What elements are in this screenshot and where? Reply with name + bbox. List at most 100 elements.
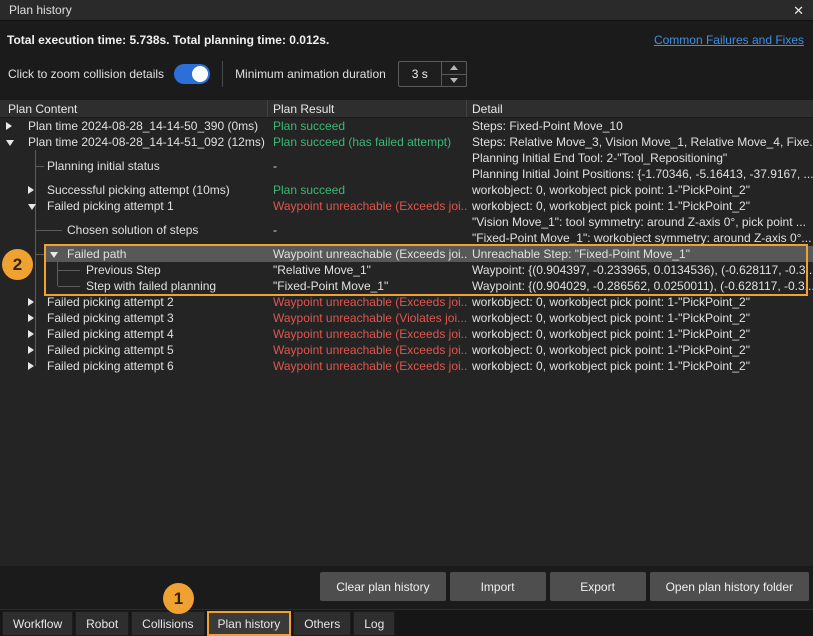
detail-cell: Planning Initial End Tool: 2-"Tool_Repos…: [467, 150, 813, 182]
table-row[interactable]: Failed picking attempt 5 Waypoint unreach…: [0, 342, 813, 358]
close-icon[interactable]: ✕: [793, 4, 804, 17]
detail-line: Planning Initial End Tool: 2-"Tool_Repos…: [472, 150, 813, 166]
row-content-label: Plan time 2024-08-28_14-14-51_092 (12ms): [0, 135, 265, 149]
plan-content-cell: Chosen solution of steps: [0, 214, 268, 246]
row-content-label: Failed picking attempt 5: [0, 343, 174, 357]
table-row[interactable]: Failed picking attempt 3Waypoint unreach…: [0, 310, 813, 326]
plan-result-cell: Waypoint unreachable (Exceeds joi...: [268, 342, 467, 358]
detail-cell: workobject: 0, workobject pick point: 1-…: [467, 310, 813, 326]
table-row[interactable]: Failed picking attempt 2 Waypoint unreach…: [0, 294, 813, 310]
detail-cell: "Vision Move_1": tool symmetry: around Z…: [467, 214, 813, 246]
summary-row: Total execution time: 5.738s. Total plan…: [0, 21, 813, 49]
detail-cell: workobject: 0, workobject pick point: 1-…: [467, 342, 813, 358]
detail-line: Planning Initial Joint Positions: {-1.70…: [472, 166, 813, 182]
duration-value[interactable]: 3 s: [399, 62, 441, 86]
zoom-collision-label: Click to zoom collision details: [8, 67, 164, 81]
detail-line: workobject: 0, workobject pick point: 1-…: [472, 198, 813, 214]
spinbox-arrows: [441, 62, 466, 86]
detail-line: workobject: 0, workobject pick point: 1-…: [472, 342, 813, 358]
expander-collapsed-icon[interactable]: [28, 362, 34, 370]
row-content-label: Plan time 2024-08-28_14-14-50_390 (0ms): [0, 119, 258, 133]
collision-zoom-toggle[interactable]: [174, 64, 210, 84]
common-failures-link[interactable]: Common Failures and Fixes: [654, 33, 804, 47]
step-badge-2: 2: [2, 249, 33, 280]
plan-content-cell: Plan time 2024-08-28_14-14-51_092 (12ms): [0, 134, 268, 150]
animation-duration-label: Minimum animation duration: [235, 67, 386, 81]
plan-result-cell: Plan succeed: [268, 182, 467, 198]
plan-result-cell: Waypoint unreachable (Exceeds joi...: [268, 326, 467, 342]
expander-collapsed-icon[interactable]: [28, 186, 34, 194]
row-content-label: Failed picking attempt 6: [0, 359, 174, 373]
table-row[interactable]: Planning initial status-Planning Initial…: [0, 150, 813, 182]
import-button[interactable]: Import: [450, 572, 546, 601]
tab-plan-history[interactable]: Plan history: [207, 611, 292, 636]
expander-expanded-icon[interactable]: [28, 204, 36, 210]
plan-result-cell: Plan succeed: [268, 118, 467, 134]
table-row[interactable]: Failed picking attempt 4 Waypoint unreach…: [0, 326, 813, 342]
table-row[interactable]: Plan time 2024-08-28_14-14-51_092 (12ms)…: [0, 134, 813, 150]
detail-line: workobject: 0, workobject pick point: 1-…: [472, 310, 813, 326]
row-content-label: Failed picking attempt 1: [0, 199, 174, 213]
plan-content-cell: Failed picking attempt 1: [0, 198, 268, 214]
tab-robot[interactable]: Robot: [75, 611, 129, 636]
row-content-label: Failed picking attempt 2: [0, 295, 174, 309]
plan-content-cell: Successful picking attempt (10ms): [0, 182, 268, 198]
detail-line: workobject: 0, workobject pick point: 1-…: [472, 182, 813, 198]
plan-content-cell: Failed picking attempt 2: [0, 294, 268, 310]
plan-content-cell: Failed picking attempt 6: [0, 358, 268, 374]
plan-result-cell: Waypoint unreachable (Exceeds joi...: [268, 358, 467, 374]
expander-collapsed-icon[interactable]: [28, 298, 34, 306]
clear-plan-history-button[interactable]: Clear plan history: [320, 572, 445, 601]
step-badge-1: 1: [163, 583, 194, 614]
plan-content-cell: Failed picking attempt 3: [0, 310, 268, 326]
duration-spinbox[interactable]: 3 s: [398, 61, 467, 87]
plan-result-cell: Waypoint unreachable (Violates joi...: [268, 310, 467, 326]
spin-up-button[interactable]: [442, 62, 466, 75]
row-content-label: Successful picking attempt (10ms): [0, 183, 230, 197]
expander-collapsed-icon[interactable]: [28, 314, 34, 322]
plan-history-table: Plan Content Plan Result Detail Plan tim…: [0, 100, 813, 566]
table-row[interactable]: Successful picking attempt (10ms) Plan su…: [0, 182, 813, 198]
expander-collapsed-icon[interactable]: [28, 330, 34, 338]
detail-line: workobject: 0, workobject pick point: 1-…: [472, 358, 813, 374]
controls-row: Click to zoom collision details Minimum …: [0, 55, 813, 93]
expander-expanded-icon[interactable]: [6, 140, 14, 146]
table-row[interactable]: Plan time 2024-08-28_14-14-50_390 (0ms) P…: [0, 118, 813, 134]
spin-down-button[interactable]: [442, 75, 466, 87]
toggle-knob-icon: [192, 66, 208, 82]
titlebar: Plan history ✕: [0, 0, 813, 21]
open-plan-history-folder-button[interactable]: Open plan history folder: [650, 572, 809, 601]
expander-collapsed-icon[interactable]: [6, 122, 12, 130]
table-row[interactable]: Failed picking attempt 6 Waypoint unreach…: [0, 358, 813, 374]
detail-cell: Steps: Fixed-Point Move_10: [467, 118, 813, 134]
table-row[interactable]: Failed picking attempt 1Waypoint unreach…: [0, 198, 813, 214]
tab-log[interactable]: Log: [353, 611, 395, 636]
export-button[interactable]: Export: [550, 572, 646, 601]
detail-line: Steps: Relative Move_3, Vision Move_1, R…: [472, 134, 813, 150]
plan-result-cell: -: [268, 214, 467, 246]
detail-cell: workobject: 0, workobject pick point: 1-…: [467, 326, 813, 342]
tab-collisions[interactable]: Collisions: [131, 611, 204, 636]
row-content-label: Failed picking attempt 4: [0, 327, 174, 341]
expander-collapsed-icon[interactable]: [28, 346, 34, 354]
tab-others[interactable]: Others: [293, 611, 351, 636]
row-content-label: Chosen solution of steps: [0, 223, 198, 237]
window-title: Plan history: [9, 3, 72, 17]
plan-content-cell: Plan time 2024-08-28_14-14-50_390 (0ms): [0, 118, 268, 134]
detail-cell: workobject: 0, workobject pick point: 1-…: [467, 358, 813, 374]
footer-buttons: Clear plan historyImportExportOpen plan …: [320, 572, 809, 601]
tab-workflow[interactable]: Workflow: [2, 611, 73, 636]
plan-content-cell: Failed picking attempt 5: [0, 342, 268, 358]
detail-cell: workobject: 0, workobject pick point: 1-…: [467, 182, 813, 198]
table-row[interactable]: Chosen solution of steps -"Vision Move_1"…: [0, 214, 813, 246]
detail-line: workobject: 0, workobject pick point: 1-…: [472, 294, 813, 310]
arrow-up-icon: [450, 65, 458, 70]
detail-cell: workobject: 0, workobject pick point: 1-…: [467, 294, 813, 310]
arrow-down-icon: [450, 78, 458, 83]
plan-result-cell: Waypoint unreachable (Exceeds joi...: [268, 294, 467, 310]
plan-content-cell: Failed picking attempt 4: [0, 326, 268, 342]
vertical-divider: [222, 61, 223, 87]
detail-line: "Vision Move_1": tool symmetry: around Z…: [472, 214, 813, 230]
execution-time-summary: Total execution time: 5.738s. Total plan…: [7, 33, 329, 47]
plan-content-cell: Planning initial status: [0, 150, 268, 182]
